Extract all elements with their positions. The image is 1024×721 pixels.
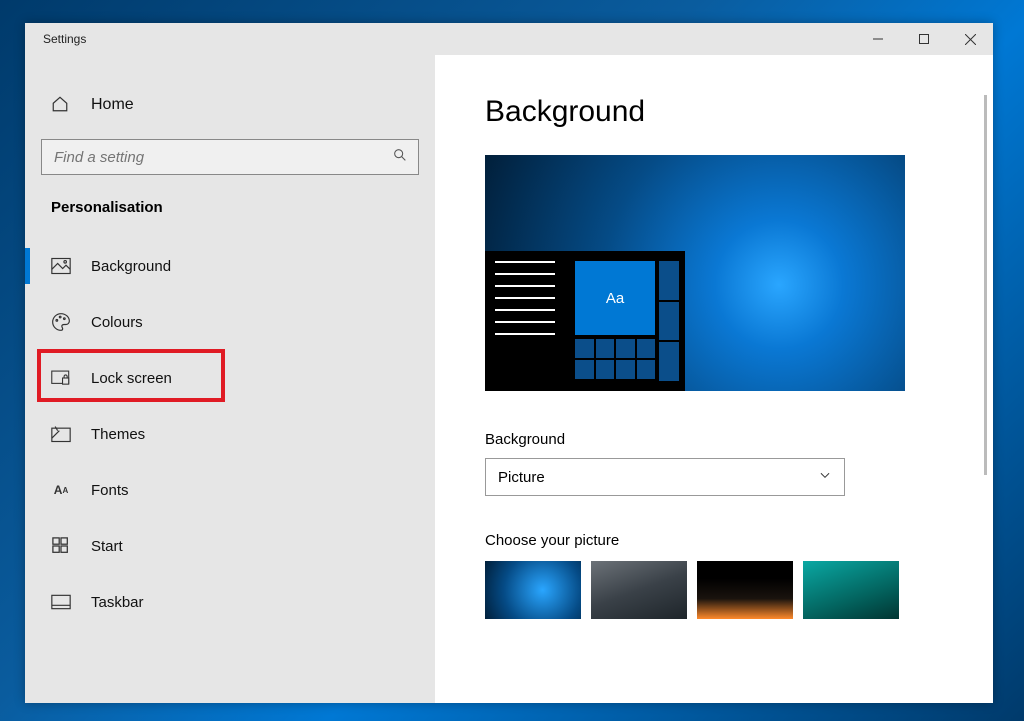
sidebar-item-taskbar[interactable]: Taskbar bbox=[41, 574, 419, 630]
background-dropdown[interactable]: Picture bbox=[485, 458, 845, 496]
sidebar: Home Personalisation Background bbox=[25, 55, 435, 703]
window-title: Settings bbox=[43, 32, 86, 46]
sidebar-item-start[interactable]: Start bbox=[41, 518, 419, 574]
background-label: Background bbox=[485, 431, 943, 448]
nav-list: Background Colours Lock screen bbox=[41, 238, 419, 630]
settings-window: Settings Home bbox=[25, 23, 993, 703]
home-label: Home bbox=[91, 96, 134, 114]
maximize-button[interactable] bbox=[901, 23, 947, 55]
window-controls bbox=[855, 23, 993, 55]
fonts-icon: AA bbox=[51, 480, 71, 500]
chevron-down-icon bbox=[818, 468, 832, 486]
home-button[interactable]: Home bbox=[41, 89, 419, 121]
titlebar: Settings bbox=[25, 23, 993, 55]
section-title: Personalisation bbox=[51, 199, 419, 216]
sidebar-item-background[interactable]: Background bbox=[41, 238, 419, 294]
page-title: Background bbox=[485, 95, 943, 129]
picture-icon bbox=[51, 256, 71, 276]
sidebar-item-lock-screen[interactable]: Lock screen bbox=[41, 350, 419, 406]
sidebar-item-label: Taskbar bbox=[91, 594, 144, 611]
search-icon bbox=[392, 147, 408, 168]
start-icon bbox=[51, 536, 71, 556]
picture-thumb-1[interactable] bbox=[485, 561, 581, 619]
content-pane: Background Aa Background Picture Choose … bbox=[435, 55, 993, 703]
window-body: Home Personalisation Background bbox=[25, 55, 993, 703]
sidebar-item-label: Background bbox=[91, 258, 171, 275]
search-input[interactable] bbox=[54, 149, 392, 166]
sidebar-item-label: Fonts bbox=[91, 482, 129, 499]
scrollbar[interactable] bbox=[984, 95, 987, 475]
taskbar-icon bbox=[51, 592, 71, 612]
picture-thumb-3[interactable] bbox=[697, 561, 793, 619]
picture-thumbnails bbox=[485, 561, 943, 619]
picture-thumb-2[interactable] bbox=[591, 561, 687, 619]
background-dropdown-value: Picture bbox=[498, 469, 545, 486]
lock-screen-icon bbox=[51, 368, 71, 388]
preview-start-menu: Aa bbox=[485, 251, 685, 391]
sidebar-item-label: Themes bbox=[91, 426, 145, 443]
choose-picture-label: Choose your picture bbox=[485, 532, 943, 549]
minimize-button[interactable] bbox=[855, 23, 901, 55]
sidebar-item-label: Colours bbox=[91, 314, 143, 331]
preview-sample-tile: Aa bbox=[575, 261, 655, 335]
home-icon bbox=[51, 95, 71, 115]
sidebar-item-label: Start bbox=[91, 538, 123, 555]
sidebar-item-fonts[interactable]: AA Fonts bbox=[41, 462, 419, 518]
themes-icon bbox=[51, 424, 71, 444]
picture-thumb-4[interactable] bbox=[803, 561, 899, 619]
sidebar-item-label: Lock screen bbox=[91, 370, 172, 387]
sidebar-item-colours[interactable]: Colours bbox=[41, 294, 419, 350]
desktop-preview: Aa bbox=[485, 155, 905, 391]
close-button[interactable] bbox=[947, 23, 993, 55]
sidebar-item-themes[interactable]: Themes bbox=[41, 406, 419, 462]
palette-icon bbox=[51, 312, 71, 332]
search-box[interactable] bbox=[41, 139, 419, 175]
